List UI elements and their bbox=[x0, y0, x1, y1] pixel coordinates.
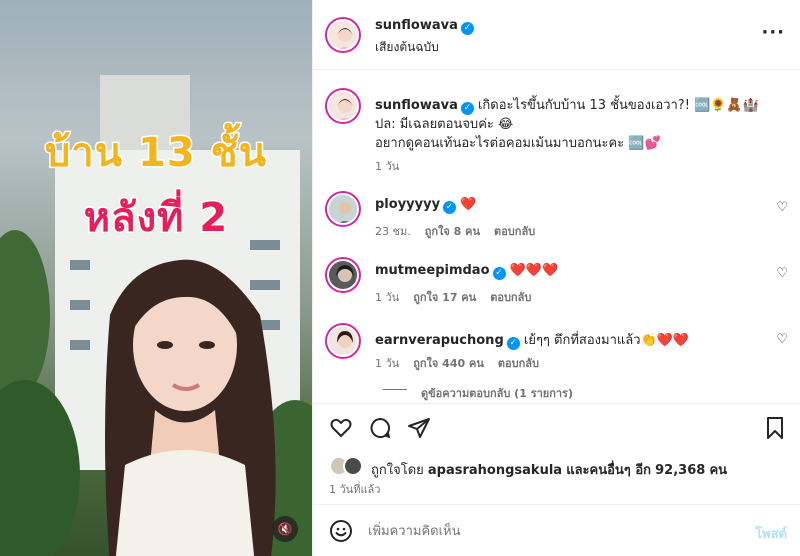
verified-icon: ✓ bbox=[506, 337, 520, 350]
comment-time: 23 ชม. bbox=[375, 225, 411, 238]
likes-prefix: ถูกใจโดย bbox=[371, 463, 424, 478]
comment-likes[interactable]: ถูกใจ 440 คน bbox=[413, 357, 484, 370]
share-icon[interactable] bbox=[407, 416, 431, 440]
mute-button[interactable]: 🔇 bbox=[272, 516, 298, 542]
comment-likes[interactable]: ถูกใจ 17 คน bbox=[413, 291, 476, 304]
comment-box: โพสต์ bbox=[313, 504, 800, 556]
heart-icon[interactable]: ♡ bbox=[776, 200, 788, 215]
caption-time: 1 วัน bbox=[375, 160, 400, 173]
verified-icon: ✓ bbox=[443, 201, 457, 214]
author-avatar[interactable] bbox=[327, 19, 359, 51]
post-time: 1 วันที่แล้ว bbox=[329, 483, 381, 496]
liker-username[interactable]: apasrahongsakula bbox=[428, 463, 562, 478]
replies-divider bbox=[383, 389, 407, 390]
more-icon[interactable]: ··· bbox=[761, 22, 785, 43]
post-video[interactable]: บ้าน 13 ชั้น หลังที่ 2 🔇 bbox=[0, 0, 312, 556]
post-footer: ถูกใจโดย apasrahongsakula และคนอื่นๆ อีก… bbox=[313, 403, 800, 556]
heart-icon[interactable]: ♡ bbox=[776, 266, 788, 281]
video-title-line1: บ้าน 13 ชั้น bbox=[43, 129, 268, 178]
comment-text: ❤️ bbox=[460, 197, 477, 212]
caption-line2: ปล: มีเฉลยตอนจบค่ะ 😂 bbox=[375, 117, 514, 132]
comment-username[interactable]: earnverapuchong bbox=[375, 333, 504, 348]
person-illustration bbox=[105, 259, 276, 556]
caption-line3: อยากดูคอนเท้นอะไรต่อคอมเม้นมาบอกนะคะ 🆒💕 bbox=[375, 136, 661, 151]
reply-button[interactable]: ตอบกลับ bbox=[494, 225, 535, 238]
likes-middle: และคนอื่นๆ อีก bbox=[566, 463, 651, 478]
caption-username[interactable]: sunflowava bbox=[375, 98, 458, 113]
comment-likes[interactable]: ถูกใจ 8 คน bbox=[425, 225, 480, 238]
comment-input[interactable] bbox=[368, 520, 718, 542]
liker-avatar bbox=[343, 456, 363, 476]
emoji-icon[interactable] bbox=[329, 519, 353, 543]
comment-username[interactable]: mutmeepimdao bbox=[375, 263, 490, 278]
verified-icon: ✓ bbox=[460, 102, 474, 115]
caption-line1: เกิดอะไรขึ้นกับบ้าน 13 ชั้นของเอวา?! 🆒🌻🧸… bbox=[477, 98, 759, 113]
commenter-avatar[interactable] bbox=[327, 259, 359, 291]
likes-count[interactable]: 92,368 bbox=[655, 463, 705, 478]
bookmark-icon[interactable] bbox=[763, 416, 787, 440]
heart-icon[interactable]: ♡ bbox=[776, 332, 788, 347]
heart-icon[interactable] bbox=[329, 416, 353, 440]
comment-time: 1 วัน bbox=[375, 357, 400, 370]
post-comment-button[interactable]: โพสต์ bbox=[755, 523, 787, 544]
view-replies-link[interactable]: ดูข้อความตอบกลับ (1 รายการ) bbox=[421, 384, 573, 402]
video-title-line2: หลังที่ 2 bbox=[82, 194, 229, 243]
comment-text: เย้ๆๆ ตึกที่สองมาแล้ว👏❤️❤️ bbox=[523, 333, 690, 348]
mute-icon: 🔇 bbox=[277, 522, 293, 536]
comment-username[interactable]: ployyyyy bbox=[375, 197, 440, 212]
commenter-avatar[interactable] bbox=[327, 325, 359, 357]
tree bbox=[0, 230, 50, 400]
commenter-avatar[interactable] bbox=[327, 193, 359, 225]
comment-time: 1 วัน bbox=[375, 291, 400, 304]
post-header: sunflowava ✓ เสียงต้นฉบับ ··· bbox=[313, 0, 800, 70]
comment-text: ❤️❤️❤️ bbox=[509, 263, 559, 278]
post-details: sunflowava ✓ เสียงต้นฉบับ ··· sunflowava ✓… bbox=[312, 0, 800, 556]
comment-icon[interactable] bbox=[368, 416, 392, 440]
verified-icon: ✓ bbox=[492, 267, 506, 280]
author-avatar[interactable] bbox=[327, 90, 359, 122]
likes-suffix: คน bbox=[709, 463, 728, 478]
audio-label[interactable]: เสียงต้นฉบับ bbox=[375, 38, 439, 57]
author-username[interactable]: sunflowava bbox=[375, 18, 458, 33]
reply-button[interactable]: ตอบกลับ bbox=[490, 291, 531, 304]
reply-button[interactable]: ตอบกลับ bbox=[498, 357, 539, 370]
verified-icon: ✓ bbox=[460, 22, 474, 35]
